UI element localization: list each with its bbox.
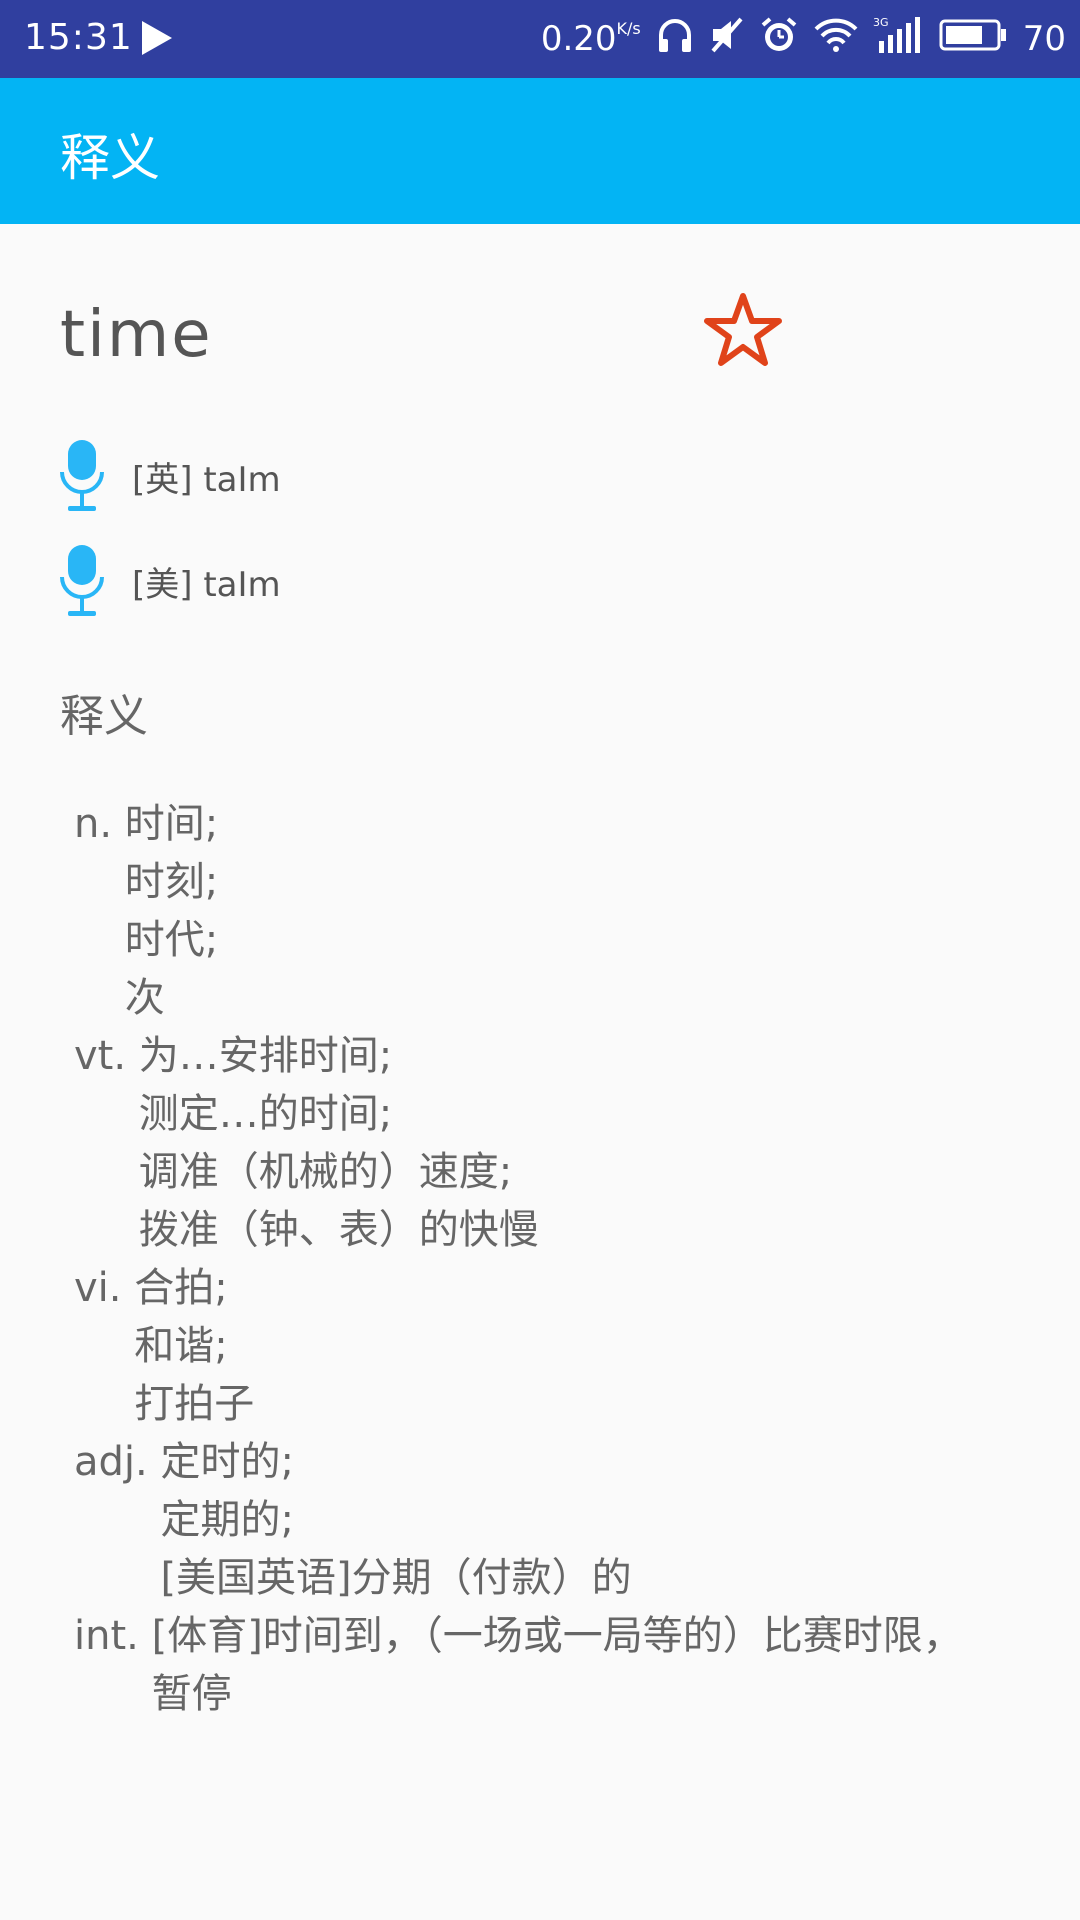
battery-level: 70 bbox=[1022, 19, 1066, 59]
meaning-item: 次 bbox=[124, 975, 165, 1021]
meaning-item: 暂停 bbox=[151, 1671, 232, 1717]
meaning-item: 拨准（钟、表）的快慢 bbox=[138, 1207, 539, 1253]
meaning-item: [体育]时间到，（一场或一局等的）比赛时限， bbox=[151, 1613, 963, 1659]
part-of-speech: n. bbox=[74, 801, 113, 847]
definition-group-n: n. 时间; 时刻; 时代; 次 bbox=[74, 795, 963, 1027]
meaning-item: 为…安排时间; bbox=[138, 1033, 393, 1079]
meaning-item: 和谐; bbox=[134, 1323, 228, 1369]
app-toolbar: 释义 bbox=[0, 78, 1080, 224]
pronunciation-uk[interactable]: [英] taIm bbox=[58, 438, 281, 514]
meaning-item: 定时的; bbox=[160, 1439, 294, 1485]
pronunciation-label: [英] taIm bbox=[132, 459, 281, 500]
section-title: 释义 bbox=[60, 691, 148, 742]
microphone-icon[interactable] bbox=[58, 543, 106, 619]
alarm-icon bbox=[759, 15, 799, 64]
network-speed: 0.20K/s bbox=[540, 19, 641, 59]
pronunciation-us[interactable]: [美] taIm bbox=[58, 543, 281, 619]
status-bar: 15:31 0.20K/s 3G 70 bbox=[0, 0, 1080, 78]
definition-group-adj: adj. 定时的; 定期的; [美国英语]分期（付款）的 bbox=[74, 1433, 963, 1607]
word-title: time bbox=[60, 298, 213, 372]
part-of-speech: adj. bbox=[74, 1439, 148, 1485]
play-icon bbox=[140, 19, 174, 66]
meaning-item: [美国英语]分期（付款）的 bbox=[160, 1555, 632, 1601]
part-of-speech: vi. bbox=[74, 1265, 122, 1311]
battery-icon bbox=[939, 19, 1007, 60]
meaning-item: 时代; bbox=[124, 917, 219, 963]
meaning-item: 测定…的时间; bbox=[138, 1091, 393, 1137]
meaning-item: 时刻; bbox=[124, 859, 219, 905]
part-of-speech: vt. bbox=[74, 1033, 127, 1079]
microphone-icon[interactable] bbox=[58, 438, 106, 514]
network-unit: K/s bbox=[616, 19, 641, 38]
meaning-item: 调准（机械的）速度; bbox=[138, 1149, 513, 1195]
meaning-item: 定期的; bbox=[160, 1497, 294, 1543]
definitions-list: n. 时间; 时刻; 时代; 次 vt. 为…安排时间; 测定…的时间; 调准（… bbox=[74, 795, 963, 1723]
meaning-item: 合拍; bbox=[134, 1265, 228, 1311]
pronunciation-label: [美] taIm bbox=[132, 564, 281, 605]
wifi-icon bbox=[813, 15, 859, 64]
signal-icon: 3G bbox=[873, 15, 925, 64]
definition-group-vi: vi. 合拍; 和谐; 打拍子 bbox=[74, 1259, 963, 1433]
part-of-speech: int. bbox=[74, 1613, 139, 1659]
definition-group-vt: vt. 为…安排时间; 测定…的时间; 调准（机械的）速度; 拨准（钟、表）的快… bbox=[74, 1027, 963, 1259]
meaning-item: 时间; bbox=[124, 801, 219, 847]
definition-group-int: int. [体育]时间到，（一场或一局等的）比赛时限， 暂停 bbox=[74, 1607, 963, 1723]
mute-icon bbox=[709, 15, 745, 64]
meaning-item: 打拍子 bbox=[134, 1381, 255, 1427]
status-time: 15:31 bbox=[24, 17, 133, 58]
headphones-icon bbox=[655, 15, 695, 64]
favorite-star-icon[interactable] bbox=[703, 290, 783, 370]
svg-text:3G: 3G bbox=[873, 16, 889, 29]
toolbar-title: 释义 bbox=[60, 129, 160, 187]
